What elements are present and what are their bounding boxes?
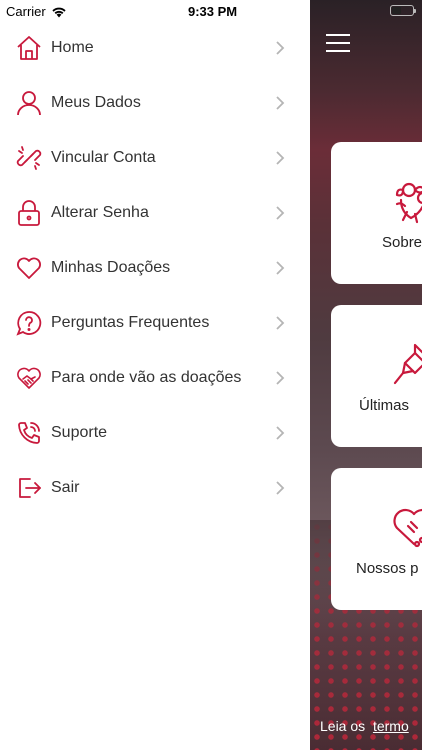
- menu-item-sair[interactable]: Sair: [0, 460, 310, 515]
- pin-icon: [389, 339, 422, 389]
- battery-icon: [390, 5, 416, 16]
- link-icon: [15, 144, 43, 172]
- chevron-right-icon: [274, 480, 286, 495]
- menu-item-alterar-senha[interactable]: Alterar Senha: [0, 185, 310, 240]
- menu-list: Home Meus Dados Vincular Conta Alterar S…: [0, 20, 310, 515]
- chevron-right-icon: [274, 95, 286, 110]
- chevron-right-icon: [274, 205, 286, 220]
- carrier-label: Carrier: [6, 4, 46, 19]
- heart-icon: [15, 254, 43, 282]
- home-icon: [15, 34, 43, 62]
- heart-handshake-icon: [15, 364, 43, 392]
- menu-item-suporte[interactable]: Suporte: [0, 405, 310, 460]
- logout-icon: [15, 474, 43, 502]
- menu-item-para-onde-vao[interactable]: Para onde vão as doações: [0, 350, 310, 405]
- card-sobre[interactable]: Sobre: [331, 142, 422, 284]
- wifi-icon: [52, 7, 66, 17]
- chevron-right-icon: [274, 425, 286, 440]
- card-nossos[interactable]: Nossos p: [331, 468, 422, 610]
- chevron-right-icon: [274, 370, 286, 385]
- card-label: Nossos p: [356, 560, 419, 577]
- terms-footer: Leia os termo: [320, 718, 409, 734]
- hamburger-menu-icon[interactable]: [326, 34, 350, 52]
- main-content-background: Sobre Últimas Nossos p Leia os termo: [310, 0, 422, 750]
- chevron-right-icon: [274, 315, 286, 330]
- question-bubble-icon: [15, 309, 43, 337]
- status-bar: Carrier 9:33 PM: [0, 0, 422, 22]
- chevron-right-icon: [274, 40, 286, 55]
- menu-item-label: Suporte: [51, 423, 108, 441]
- menu-item-label: Home: [51, 38, 94, 56]
- heart-puzzle-icon: [389, 502, 422, 552]
- carrier-indicator: Carrier: [6, 4, 67, 19]
- menu-item-label: Alterar Senha: [51, 203, 149, 221]
- card-label: Últimas: [359, 397, 410, 414]
- terms-prefix: Leia os: [320, 718, 366, 734]
- menu-item-home[interactable]: Home: [0, 20, 310, 75]
- menu-item-minhas-doacoes[interactable]: Minhas Doações: [0, 240, 310, 295]
- menu-item-perguntas-frequentes[interactable]: Perguntas Frequentes: [0, 295, 310, 350]
- menu-item-label: Sair: [51, 478, 80, 496]
- menu-item-label: Meus Dados: [51, 93, 141, 111]
- flowers-icon: [389, 176, 422, 226]
- menu-item-label: Minhas Doações: [51, 258, 171, 276]
- menu-item-meus-dados[interactable]: Meus Dados: [0, 75, 310, 130]
- side-menu-drawer: Home Meus Dados Vincular Conta Alterar S…: [0, 0, 310, 750]
- menu-item-label: Para onde vão as doações: [51, 368, 242, 386]
- card-ultimas[interactable]: Últimas: [331, 305, 422, 447]
- chevron-right-icon: [274, 260, 286, 275]
- status-time: 9:33 PM: [188, 4, 238, 19]
- phone-icon: [15, 419, 43, 447]
- menu-item-vincular-conta[interactable]: Vincular Conta: [0, 130, 310, 185]
- menu-item-label: Perguntas Frequentes: [51, 313, 210, 331]
- menu-item-label: Vincular Conta: [51, 148, 156, 166]
- chevron-right-icon: [274, 150, 286, 165]
- card-label: Sobre: [382, 234, 422, 251]
- user-icon: [15, 89, 43, 117]
- lock-icon: [15, 199, 43, 227]
- terms-link[interactable]: termo: [373, 718, 409, 734]
